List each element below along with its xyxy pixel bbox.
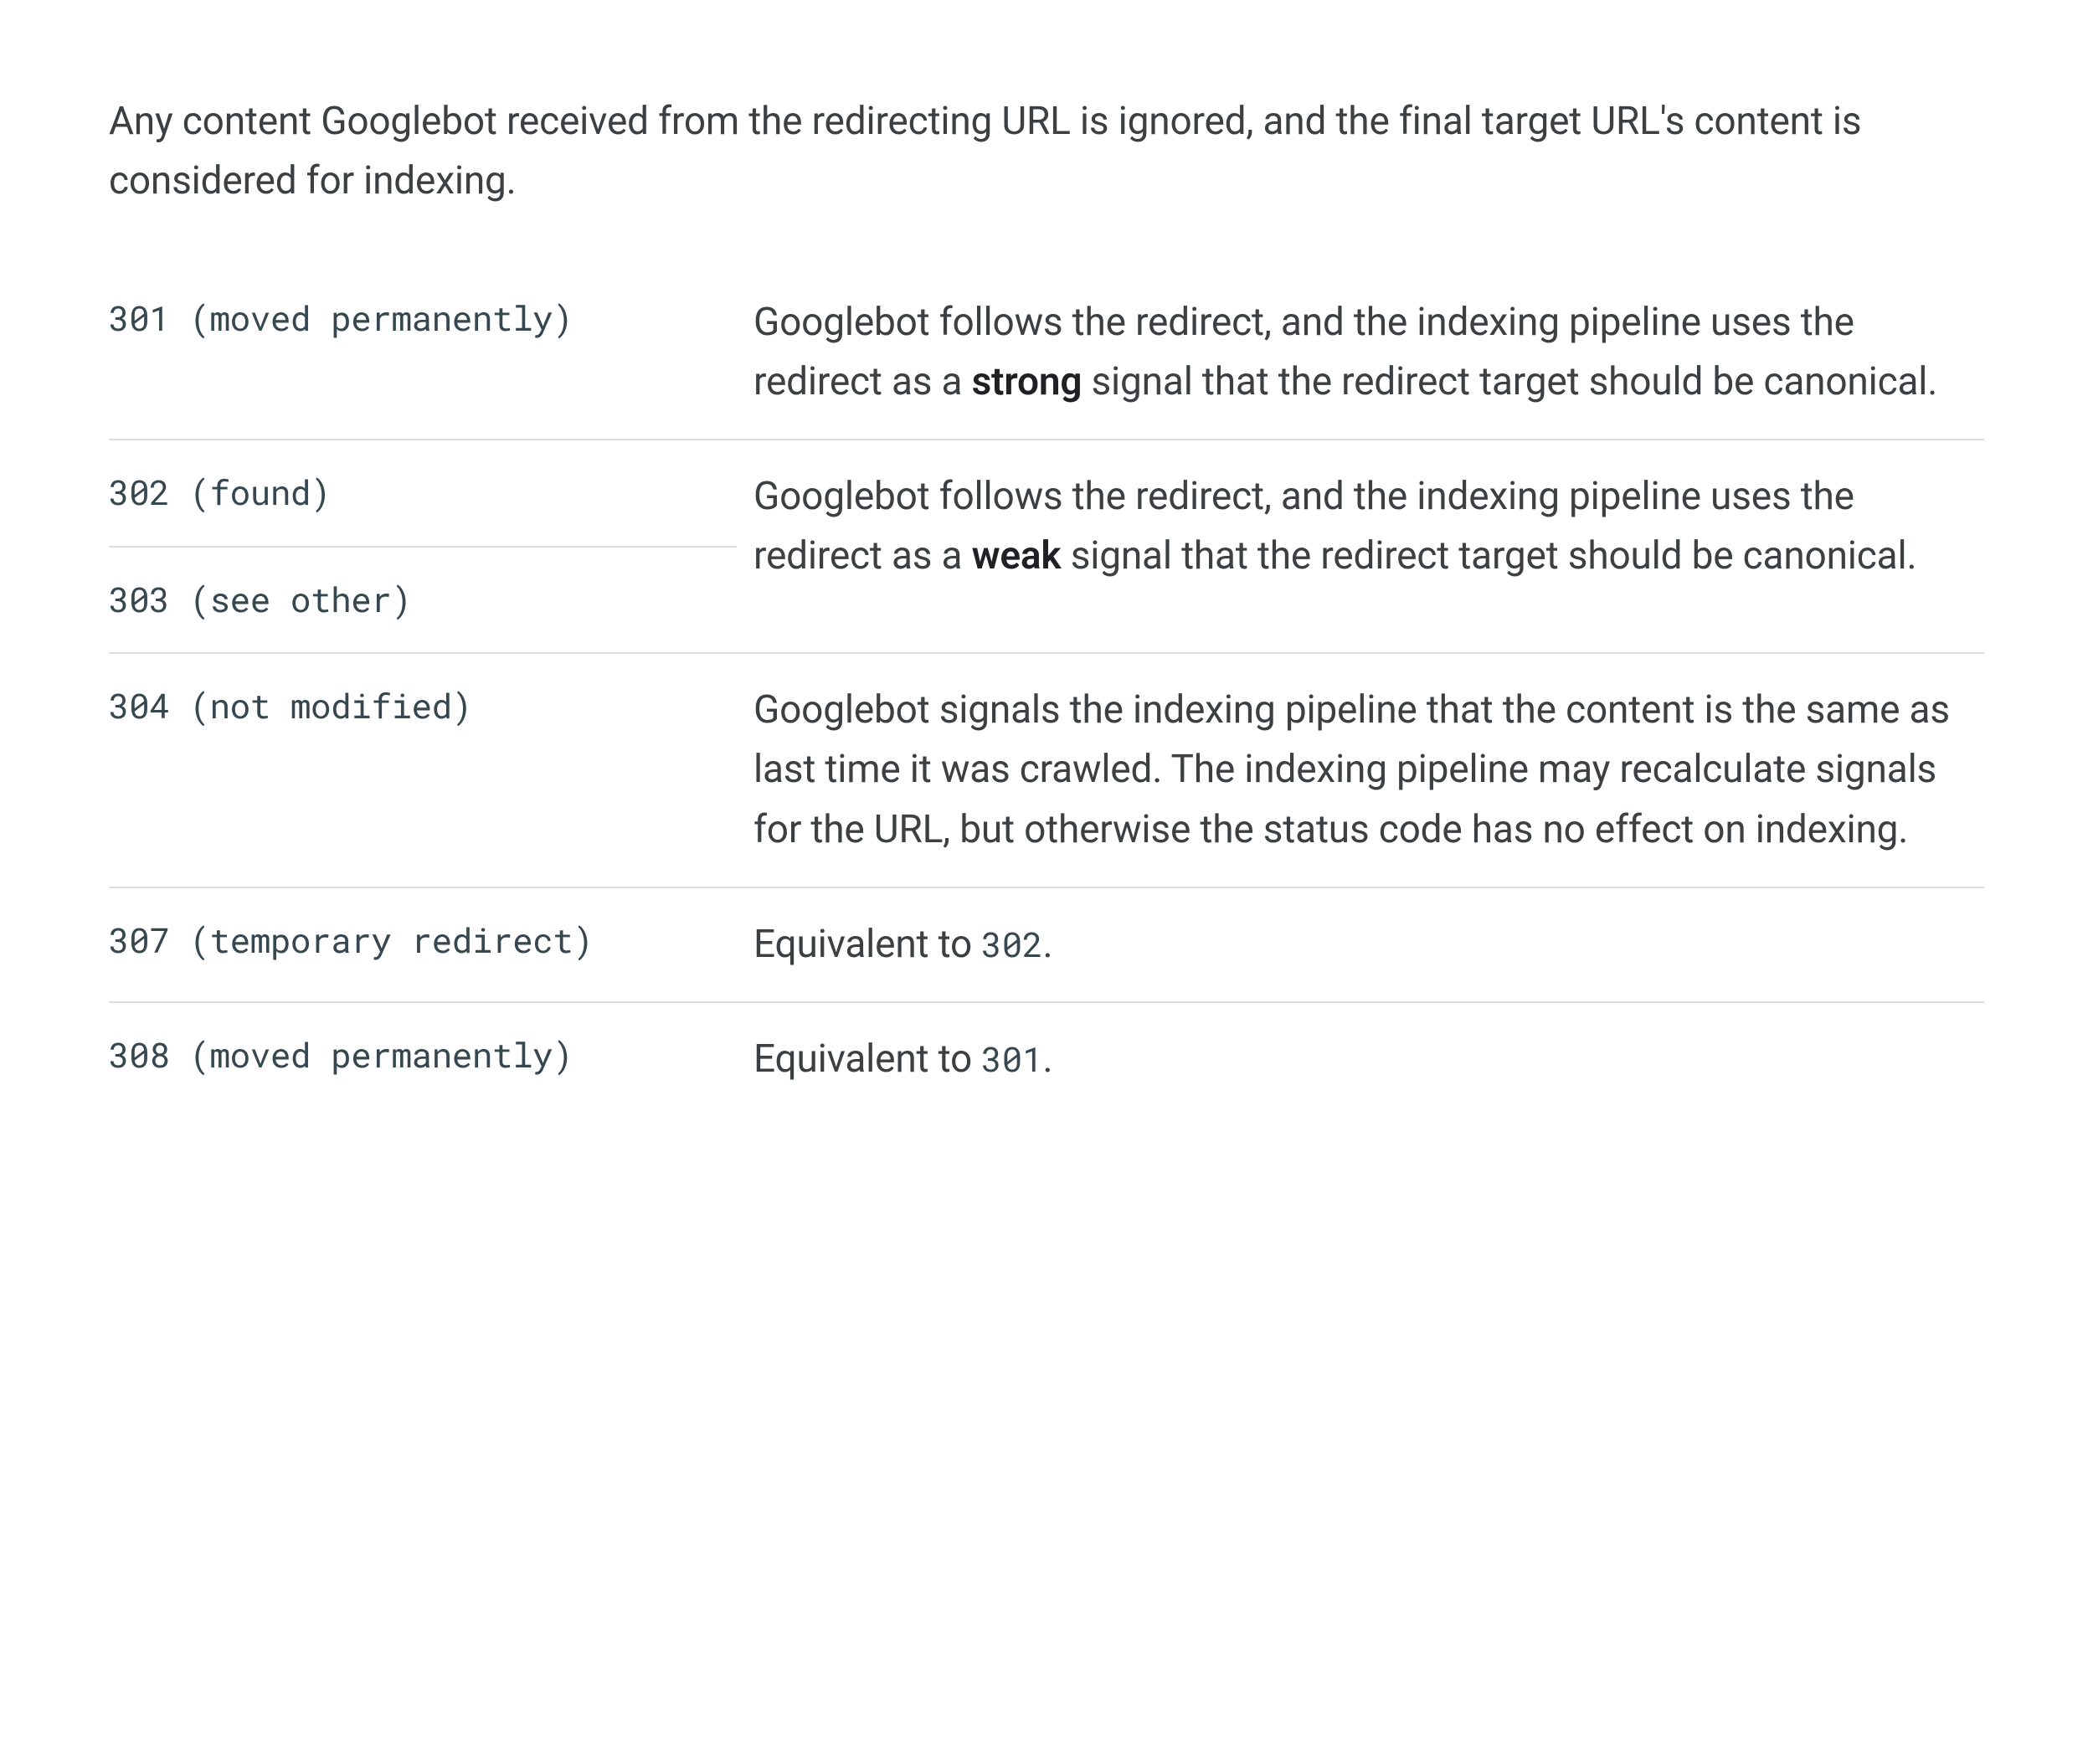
table-row: 304 (not modified) Googlebot signals the… [109, 653, 1984, 887]
status-desc-308: Equivalent to 301. [753, 1030, 1967, 1089]
status-desc-304: Googlebot signals the indexing pipeline … [753, 681, 1967, 860]
status-desc-307: Equivalent to 302. [753, 915, 1967, 975]
code-inline: 302 [981, 922, 1042, 967]
status-code-302: 302 (found) [109, 470, 331, 515]
status-code-303: 303 (see other) [109, 577, 412, 622]
intro-paragraph: Any content Googlebot received from the … [109, 92, 1984, 212]
table-row: 307 (temporary redirect) Equivalent to 3… [109, 887, 1984, 1002]
status-code-307: 307 (temporary redirect) [109, 918, 594, 963]
desc-text: . [1042, 1036, 1052, 1082]
desc-text: Equivalent to [753, 1036, 981, 1082]
status-desc-301: Googlebot follows the redirect, and the … [753, 293, 1967, 413]
status-code-table: 301 (moved permanently) Googlebot follow… [109, 266, 1984, 1117]
desc-text: signal that the redirect target should b… [1061, 533, 1916, 579]
table-row: 302 (found) 303 (see other) Googlebot fo… [109, 440, 1984, 653]
status-code-308: 308 (moved permanently) [109, 1032, 573, 1077]
desc-strong: strong [972, 359, 1082, 404]
status-code-304: 304 (not modified) [109, 683, 472, 728]
desc-strong: weak [972, 533, 1062, 579]
code-inline: 301 [981, 1036, 1042, 1082]
status-code-301: 301 (moved permanently) [109, 296, 573, 341]
status-desc-302-303: Googlebot follows the redirect, and the … [753, 467, 1967, 587]
desc-text: . [1042, 922, 1052, 967]
desc-text: signal that the redirect target should b… [1082, 359, 1937, 404]
table-row: 301 (moved permanently) Googlebot follow… [109, 266, 1984, 440]
desc-text: Equivalent to [753, 922, 981, 967]
table-row: 308 (moved permanently) Equivalent to 30… [109, 1002, 1984, 1116]
